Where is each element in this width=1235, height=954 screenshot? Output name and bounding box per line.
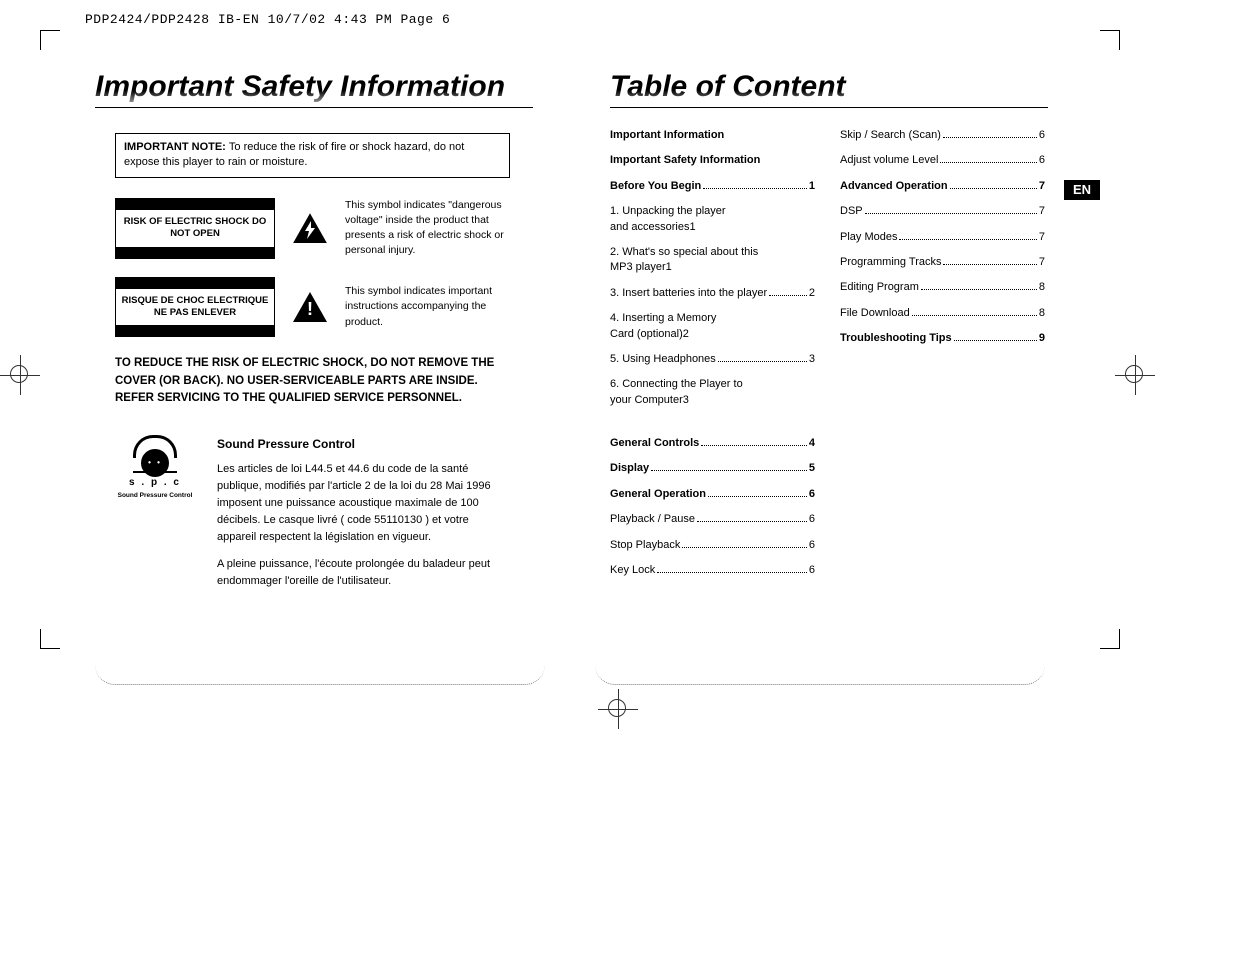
toc-entry: General Controls4 bbox=[610, 436, 815, 451]
language-tab: EN bbox=[1064, 180, 1100, 200]
shock-label-fr: RISQUE DE CHOC ELECTRIQUE NE PAS ENLEVER bbox=[115, 277, 275, 338]
toc-entry: Programming Tracks7 bbox=[840, 255, 1045, 270]
toc-entry: 4. Inserting a MemoryCard (optional)2 bbox=[610, 311, 815, 342]
toc-entry: Playback / Pause6 bbox=[610, 512, 815, 527]
toc-entry: 5. Using Headphones3 bbox=[610, 352, 815, 367]
toc-entry: 3. Insert batteries into the player2 bbox=[610, 286, 815, 301]
exclamation-description: This symbol indicates important instruct… bbox=[345, 284, 510, 330]
safety-heading: Important Safety Information bbox=[95, 70, 533, 108]
toc-column: Important Information Important Safety In… bbox=[610, 128, 815, 588]
toc-entry: Troubleshooting Tips9 bbox=[840, 331, 1045, 346]
spc-logo: • • s . p . c Sound Pressure Control bbox=[115, 435, 195, 600]
page-curve bbox=[95, 655, 545, 685]
shock-warning-en: RISK OF ELECTRIC SHOCK DO NOT OPEN This … bbox=[115, 198, 510, 259]
toc-heading: Table of Content bbox=[610, 70, 1048, 108]
exclamation-icon: ! bbox=[293, 292, 327, 322]
spc-paragraph: A pleine puissance, l'écoute prolongée d… bbox=[217, 556, 510, 590]
shock-label-en: RISK OF ELECTRIC SHOCK DO NOT OPEN bbox=[115, 198, 275, 259]
toc-entry: Before You Begin1 bbox=[610, 179, 815, 194]
shock-warning-fr: RISQUE DE CHOC ELECTRIQUE NE PAS ENLEVER… bbox=[115, 277, 510, 338]
print-slug: PDP2424/PDP2428 IB-EN 10/7/02 4:43 PM Pa… bbox=[85, 12, 450, 27]
toc-entry: 1. Unpacking the playerand accessories1 bbox=[610, 204, 815, 235]
crop-mark bbox=[1100, 629, 1120, 649]
toc-entry: Editing Program8 bbox=[840, 280, 1045, 295]
toc-entry: 6. Connecting the Player toyour Computer… bbox=[610, 377, 815, 408]
registration-mark bbox=[0, 355, 40, 395]
registration-mark bbox=[598, 689, 638, 729]
page-curve bbox=[595, 655, 1045, 685]
toc-entry: Important Information bbox=[610, 128, 815, 143]
toc-entry: Key Lock6 bbox=[610, 563, 815, 578]
registration-mark bbox=[1115, 355, 1155, 395]
crop-mark bbox=[40, 30, 60, 50]
important-note: IMPORTANT NOTE: To reduce the risk of fi… bbox=[115, 133, 510, 178]
bolt-icon bbox=[293, 213, 327, 243]
toc-entry: Skip / Search (Scan)6 bbox=[840, 128, 1045, 143]
toc-entry: Play Modes7 bbox=[840, 230, 1045, 245]
toc-column: Skip / Search (Scan)6 Adjust volume Level… bbox=[840, 128, 1045, 588]
toc-entry: Display5 bbox=[610, 461, 815, 476]
crop-mark bbox=[1100, 30, 1120, 50]
toc-entry: 2. What's so special about thisMP3 playe… bbox=[610, 245, 815, 276]
toc-entry: Advanced Operation7 bbox=[840, 179, 1045, 194]
spc-paragraph: Les articles de loi L44.5 et 44.6 du cod… bbox=[217, 461, 510, 546]
toc-entry: File Download8 bbox=[840, 306, 1045, 321]
crop-mark bbox=[40, 629, 60, 649]
toc-entry: General Operation6 bbox=[610, 487, 815, 502]
spc-heading: Sound Pressure Control bbox=[217, 435, 510, 453]
toc-entry: Adjust volume Level6 bbox=[840, 153, 1045, 168]
toc-entry: Stop Playback6 bbox=[610, 538, 815, 553]
bolt-description: This symbol indicates "dangerous voltage… bbox=[345, 198, 510, 259]
toc-entry: DSP7 bbox=[840, 204, 1045, 219]
cover-warning: TO REDUCE THE RISK OF ELECTRIC SHOCK, DO… bbox=[115, 355, 510, 407]
toc-entry: Important Safety Information bbox=[610, 153, 815, 168]
